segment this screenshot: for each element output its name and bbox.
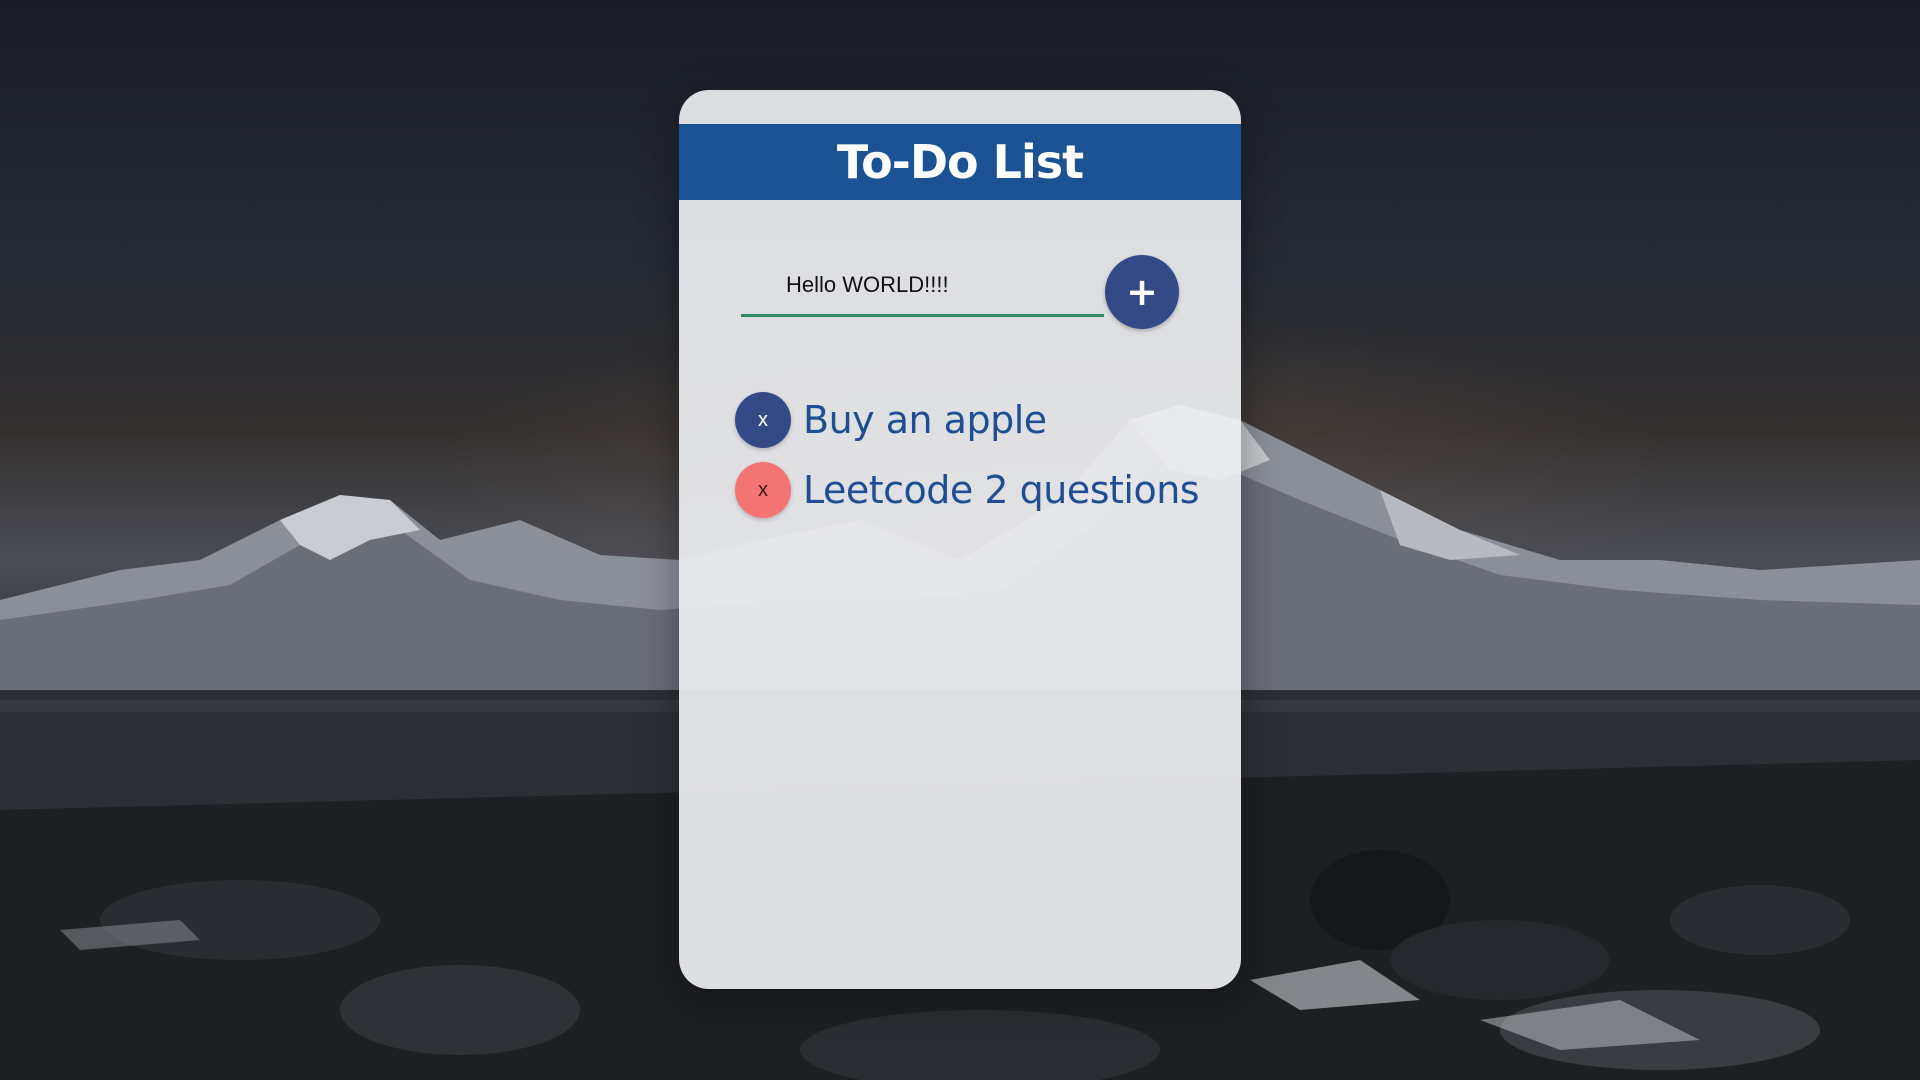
delete-task-button[interactable]: x [735,462,791,518]
card-header: To-Do List [679,124,1241,200]
todo-text: Leetcode 2 questions [803,468,1200,512]
new-task-row: + [741,255,1191,335]
new-task-input[interactable] [741,255,1104,317]
plus-icon: + [1126,270,1158,314]
page-title: To-Do List [836,135,1084,189]
list-item: x Leetcode 2 questions [735,455,1235,525]
add-task-button[interactable]: + [1105,255,1179,329]
delete-task-button[interactable]: x [735,392,791,448]
todo-list: x Buy an apple x Leetcode 2 questions [735,385,1235,525]
todo-text: Buy an apple [803,398,1047,442]
list-item: x Buy an apple [735,385,1235,455]
todo-card: To-Do List + x Buy an apple x Leetcode 2… [679,90,1241,989]
